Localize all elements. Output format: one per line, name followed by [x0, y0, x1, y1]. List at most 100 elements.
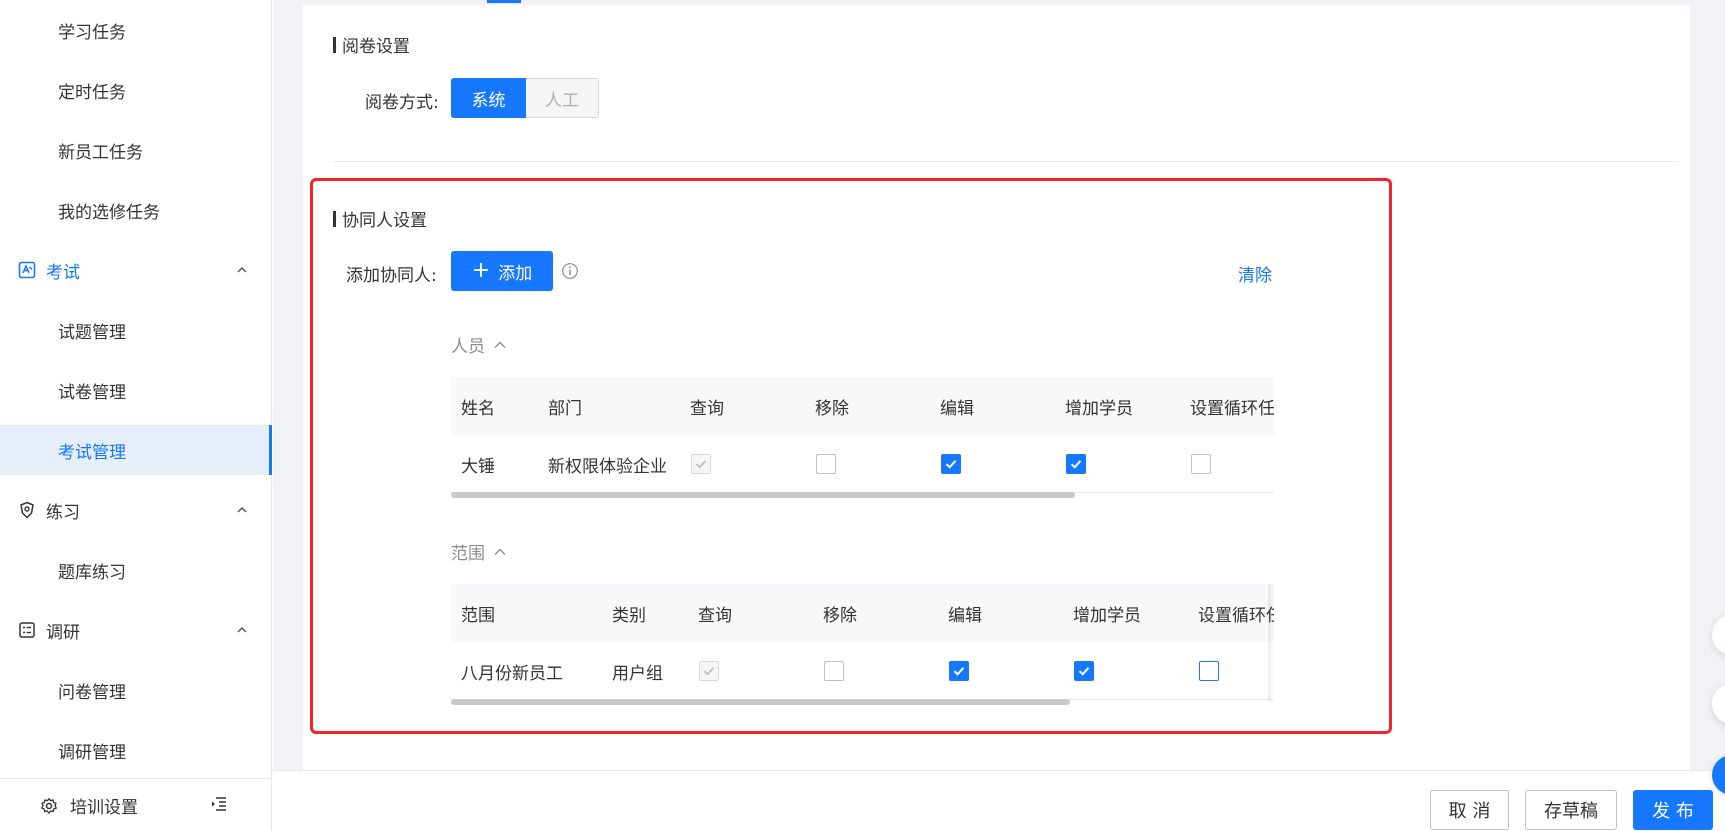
- sidebar-item-question-management[interactable]: 试题管理: [0, 305, 272, 355]
- add-collaborator-button[interactable]: + 添加: [451, 251, 553, 291]
- remove-checkbox[interactable]: [816, 454, 836, 474]
- info-icon[interactable]: [561, 262, 579, 280]
- sidebar-item-label: 题库练习: [58, 562, 126, 583]
- practice-icon: [18, 501, 36, 519]
- sidebar-group-label: 调研: [46, 622, 80, 643]
- sidebar-item-label: 试题管理: [58, 322, 126, 343]
- chevron-up-icon: [494, 548, 506, 555]
- sidebar-item-label: 我的选修任务: [58, 202, 160, 223]
- sidebar-group-exam[interactable]: 考试: [0, 245, 272, 295]
- people-table: 姓名 部门 查询 移除 编辑 增加学员 设置循环任务 大锤 新权限体验企业: [451, 377, 1274, 493]
- cell-add-students: [1066, 435, 1086, 493]
- sidebar-item-label: 考试管理: [58, 442, 126, 463]
- column-header-cycle-task: 设置循环任务: [1190, 398, 1274, 419]
- column-header-edit: 编辑: [940, 398, 974, 419]
- grading-mode-manual-button[interactable]: 人工: [526, 78, 599, 118]
- column-header-query: 查询: [690, 398, 724, 419]
- cell-scope: 八月份新员工: [461, 663, 563, 684]
- menu-fold-icon: [212, 797, 226, 811]
- check-icon: [1070, 460, 1082, 469]
- people-group-label: 人员: [451, 337, 485, 357]
- publish-button[interactable]: 发 布: [1633, 790, 1713, 830]
- sidebar-item-label: 新员工任务: [58, 142, 143, 163]
- sidebar-item-exam-management[interactable]: 考试管理: [0, 425, 272, 475]
- active-tab-indicator: [487, 0, 521, 3]
- sidebar-item-label: 调研管理: [58, 742, 126, 763]
- sidebar-group-label: 练习: [46, 502, 80, 523]
- column-header-add-students: 增加学员: [1073, 605, 1141, 626]
- column-header-add-students: 增加学员: [1065, 398, 1133, 419]
- sidebar-item-paper-management[interactable]: 试卷管理: [0, 365, 272, 415]
- sidebar-item-scheduled-tasks[interactable]: 定时任务: [0, 65, 272, 115]
- chevron-up-icon: [494, 341, 506, 348]
- check-icon: [695, 460, 707, 469]
- training-settings-label: 培训设置: [70, 798, 138, 818]
- cell-category: 用户组: [612, 663, 663, 684]
- scope-table-scrollbar[interactable]: [451, 699, 1070, 705]
- scope-group-toggle[interactable]: 范围: [451, 539, 507, 564]
- sidebar-item-study-tasks[interactable]: 学习任务: [0, 5, 272, 55]
- column-header-remove: 移除: [815, 398, 849, 419]
- clear-collaborators-link[interactable]: 清除: [1238, 261, 1272, 286]
- training-settings-button[interactable]: 培训设置: [40, 793, 138, 818]
- column-header-cycle-task: 设置循环任务: [1198, 605, 1274, 626]
- scope-table: 范围 类别 查询 移除 编辑 增加学员 设置循环任务 八月份新员工 用户组: [451, 584, 1274, 700]
- fixed-column-shadow: [1268, 584, 1274, 700]
- sidebar-group-practice[interactable]: 练习: [0, 485, 272, 535]
- check-icon: [953, 667, 965, 676]
- cell-query: [699, 642, 719, 700]
- column-header-category: 类别: [612, 605, 646, 626]
- column-header-name: 姓名: [461, 398, 495, 419]
- add-students-checkbox[interactable]: [1066, 454, 1086, 474]
- cycle-task-checkbox[interactable]: [1191, 454, 1211, 474]
- cell-cycle-task: [1191, 435, 1211, 493]
- cell-remove: [816, 435, 836, 493]
- plus-icon: +: [471, 258, 491, 283]
- chevron-up-icon: [237, 266, 247, 273]
- save-draft-button[interactable]: 存草稿: [1525, 790, 1617, 830]
- grading-mode-toggle: 系统 人工: [451, 78, 599, 118]
- cycle-task-checkbox[interactable]: [1199, 661, 1219, 681]
- sidebar-item-new-employee-tasks[interactable]: 新员工任务: [0, 125, 272, 175]
- cancel-button[interactable]: 取 消: [1430, 790, 1509, 830]
- table-row: 八月份新员工 用户组: [451, 642, 1274, 700]
- column-header-query: 查询: [698, 605, 732, 626]
- remove-checkbox[interactable]: [824, 661, 844, 681]
- query-checkbox[interactable]: [691, 454, 711, 474]
- grading-section-title-text: 阅卷设置: [342, 37, 410, 57]
- chevron-up-icon: [237, 506, 247, 513]
- query-checkbox[interactable]: [699, 661, 719, 681]
- grading-mode-system-button[interactable]: 系统: [451, 78, 526, 118]
- check-icon: [703, 667, 715, 676]
- collapse-sidebar-button[interactable]: [210, 795, 228, 818]
- sidebar-item-survey-management[interactable]: 调研管理: [0, 725, 272, 775]
- sidebar-footer: 培训设置: [0, 778, 272, 831]
- sidebar-item-question-bank-practice[interactable]: 题库练习: [0, 545, 272, 595]
- sidebar-item-my-elective-tasks[interactable]: 我的选修任务: [0, 185, 272, 235]
- check-icon: [945, 460, 957, 469]
- add-collaborator-label: 添加协同人:: [346, 266, 437, 286]
- check-icon: [1078, 667, 1090, 676]
- cell-add-students: [1074, 642, 1094, 700]
- cell-remove: [824, 642, 844, 700]
- column-header-scope: 范围: [461, 605, 495, 626]
- sidebar-item-label: 学习任务: [58, 22, 126, 43]
- scope-group-label: 范围: [451, 544, 485, 564]
- people-table-header: 姓名 部门 查询 移除 编辑 增加学员 设置循环任务: [451, 377, 1274, 435]
- section-divider: [333, 161, 1678, 162]
- column-header-department: 部门: [548, 398, 582, 419]
- cell-edit: [941, 435, 961, 493]
- edit-checkbox[interactable]: [949, 661, 969, 681]
- sidebar-group-label: 考试: [46, 262, 80, 283]
- sidebar-item-questionnaire-management[interactable]: 问卷管理: [0, 665, 272, 715]
- exam-icon: [18, 261, 36, 279]
- sidebar-group-survey[interactable]: 调研: [0, 605, 272, 655]
- sidebar-item-label: 定时任务: [58, 82, 126, 103]
- edit-checkbox[interactable]: [941, 454, 961, 474]
- add-students-checkbox[interactable]: [1074, 661, 1094, 681]
- people-group-toggle[interactable]: 人员: [451, 332, 507, 357]
- people-table-scrollbar[interactable]: [451, 492, 1075, 498]
- sidebar: 学习任务 定时任务 新员工任务 我的选修任务 考试 试题管理 试卷管理 考试管理…: [0, 0, 272, 831]
- chevron-up-icon: [237, 626, 247, 633]
- grading-mode-label: 阅卷方式:: [365, 93, 439, 113]
